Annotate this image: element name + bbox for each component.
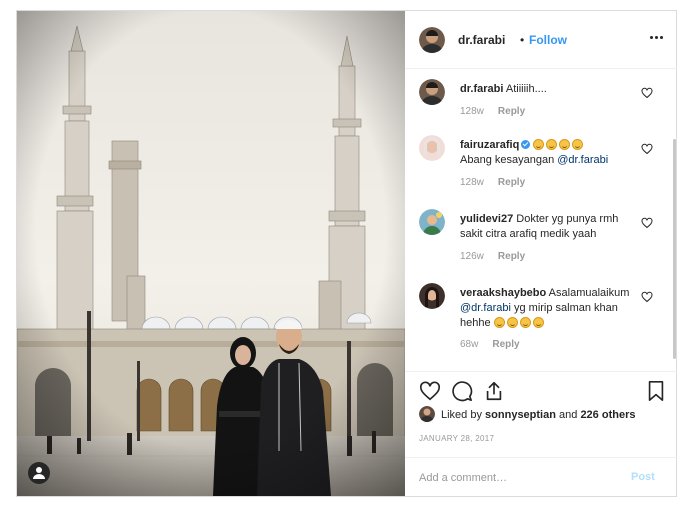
comment-username[interactable]: yulidevi27	[460, 213, 513, 225]
commenter-avatar[interactable]	[419, 209, 445, 235]
emoji-icon	[493, 317, 505, 328]
author-avatar[interactable]	[419, 27, 445, 53]
comments-scrollbar[interactable]	[673, 139, 676, 359]
comment-text: fairuzarafiq Abang kesayangan @dr.farabi	[460, 138, 640, 168]
emoji-icon	[532, 317, 544, 328]
instagram-post: dr.farabi • Follow dr.farabi Atiiiiih...…	[16, 10, 677, 497]
comment-username[interactable]: dr.farabi	[460, 83, 503, 95]
emoji-icon	[519, 317, 531, 328]
comment-meta: 128w Reply	[460, 177, 525, 188]
emoji-icon	[506, 317, 518, 328]
comment-body-prefix: Asalamualaikum	[548, 287, 630, 299]
comment-text: yulidevi27 Dokter yg punya rmh sakit cit…	[460, 212, 640, 242]
comment-meta: 68w Reply	[460, 339, 520, 350]
comment-text: veraakshaybebo Asalamualaikum @dr.farabi…	[460, 286, 640, 331]
emoji-icon	[559, 139, 571, 150]
post-header: dr.farabi • Follow	[405, 11, 677, 69]
post-side-panel: dr.farabi • Follow dr.farabi Atiiiiih...…	[405, 11, 677, 496]
liker-avatar[interactable]	[419, 406, 435, 422]
reply-button[interactable]: Reply	[498, 106, 525, 117]
mention-link[interactable]: @dr.farabi	[460, 302, 511, 314]
bookmark-icon[interactable]	[645, 380, 667, 402]
post-photo[interactable]	[17, 11, 405, 496]
more-options-icon[interactable]	[649, 29, 665, 45]
commenter-avatar[interactable]	[419, 79, 445, 105]
comment-age[interactable]: 128w	[460, 177, 484, 188]
liker-username[interactable]: sonnyseptian	[485, 409, 556, 421]
comment-meta: 128w Reply	[460, 106, 525, 117]
comments-list[interactable]: dr.farabi Atiiiiih.... 128w Reply fairuza…	[405, 69, 677, 371]
emoji-group	[493, 317, 546, 329]
follow-button[interactable]: Follow	[529, 33, 567, 47]
reply-button[interactable]: Reply	[498, 177, 525, 188]
comment-body: Atiiiiih....	[505, 83, 547, 95]
likes-prefix: Liked by	[441, 409, 482, 421]
author-username[interactable]: dr.farabi	[458, 33, 505, 47]
post-date[interactable]: JANUARY 28, 2017	[419, 434, 494, 443]
user-tag-icon[interactable]	[28, 462, 50, 484]
likes-and: and	[559, 409, 578, 421]
reply-button[interactable]: Reply	[492, 339, 519, 350]
header-separator: •	[520, 33, 525, 47]
comment-username[interactable]: fairuzarafiq	[460, 139, 519, 151]
reply-button[interactable]: Reply	[498, 251, 525, 262]
comment-item: yulidevi27 Dokter yg punya rmh sakit cit…	[405, 209, 677, 267]
post-comment-button[interactable]: Post	[631, 471, 655, 483]
comment-item: veraakshaybebo Asalamualaikum @dr.farabi…	[405, 283, 677, 359]
emoji-icon	[572, 139, 584, 150]
comment-age[interactable]: 126w	[460, 251, 484, 262]
share-icon[interactable]	[483, 380, 505, 402]
comment-username[interactable]: veraakshaybebo	[460, 287, 546, 299]
comment-text: dr.farabi Atiiiiih....	[460, 82, 640, 97]
likes-text: Liked by sonnyseptian and 226 others	[441, 409, 635, 421]
add-comment-bar: Post	[405, 457, 677, 497]
comment-item: fairuzarafiq Abang kesayangan @dr.farabi…	[405, 135, 677, 193]
comment-input[interactable]	[419, 470, 619, 486]
post-actions: Liked by sonnyseptian and 226 others JAN…	[405, 371, 677, 496]
comment-like-icon[interactable]	[641, 87, 653, 99]
comment-age[interactable]: 128w	[460, 106, 484, 117]
comment-like-icon[interactable]	[641, 143, 653, 155]
emoji-icon	[533, 139, 545, 150]
comment-like-icon[interactable]	[641, 291, 653, 303]
commenter-avatar[interactable]	[419, 283, 445, 309]
verified-badge-icon	[521, 140, 531, 149]
likes-others-link[interactable]: 226 others	[580, 409, 635, 421]
comment-item: dr.farabi Atiiiiih.... 128w Reply	[405, 79, 677, 123]
comment-like-icon[interactable]	[641, 217, 653, 229]
mosque-photo-illustration	[17, 11, 405, 496]
commenter-avatar[interactable]	[419, 135, 445, 161]
comment-body: Abang kesayangan	[460, 154, 555, 166]
comment-age[interactable]: 68w	[460, 339, 478, 350]
heart-icon[interactable]	[419, 380, 441, 402]
emoji-group	[533, 139, 585, 151]
emoji-icon	[546, 139, 558, 150]
mention-link[interactable]: @dr.farabi	[557, 154, 608, 166]
comment-meta: 126w Reply	[460, 251, 525, 262]
comment-icon[interactable]	[451, 380, 473, 402]
